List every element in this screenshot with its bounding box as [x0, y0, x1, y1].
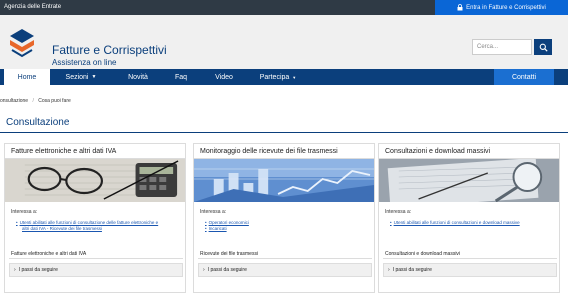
card-monitoraggio: Monitoraggio delle ricevute dei file tra… — [193, 143, 375, 293]
site-title: Fatture e Corrispettivi — [52, 43, 167, 57]
chevron-right-icon: › — [203, 267, 205, 273]
steps-accordion[interactable]: › I passi da seguire — [198, 263, 372, 277]
divider — [383, 258, 557, 259]
breadcrumb-current: Cosa puoi fare — [38, 98, 71, 104]
card-fatture: Fatture elettroniche e altri dati IVA In… — [4, 143, 186, 293]
section-label: Consultazioni e download massivi — [385, 251, 461, 257]
nav-video-label: Video — [215, 73, 233, 81]
card-consultazioni: Consultazioni e download massivi Interes… — [378, 143, 560, 293]
nav-novita[interactable]: Novità — [122, 69, 154, 85]
top-bar: Agenzia delle Entrate Entra in Fatture e… — [0, 0, 568, 15]
site-subtitle: Assistenza on line — [52, 58, 117, 67]
title-divider — [0, 132, 568, 133]
caret-down-icon: ▼ — [292, 74, 297, 80]
interest-label: Interessa a: — [200, 209, 227, 215]
interest-link[interactable]: • Utenti abilitati alle funzioni di consu… — [390, 220, 520, 226]
login-label: Entra in Fatture e Corrispettivi — [466, 4, 546, 11]
steps-label: I passi da seguire — [392, 267, 432, 273]
card-title[interactable]: Monitoraggio delle ricevute dei file tra… — [200, 148, 338, 155]
login-button[interactable]: Entra in Fatture e Corrispettivi — [435, 0, 568, 15]
interest-link-text: Utenti abilitati alle funzioni di consul… — [393, 220, 520, 225]
bullet-icon: • — [205, 226, 207, 231]
interest-links: • Utenti abilitati alle funzioni di consu… — [390, 220, 520, 226]
steps-label: I passi da seguire — [18, 267, 58, 273]
interest-link[interactable]: altri dati IVA - Ricevute dei file trasm… — [16, 226, 158, 232]
steps-accordion[interactable]: › I passi da seguire — [9, 263, 183, 277]
section-label: Ricevute dei file trasmessi — [200, 251, 259, 257]
breadcrumb-item[interactable]: onsultazione — [0, 98, 28, 104]
nav-novita-label: Novità — [128, 73, 148, 81]
divider — [198, 258, 372, 259]
blue-charts-image — [194, 159, 374, 202]
magnifier-document-image — [379, 159, 559, 202]
nav-partecipa[interactable]: Partecipa ▼ — [256, 69, 300, 85]
main-nav: Home Sezioni ▼ Novità Faq Video Partecipa… — [0, 69, 568, 85]
interest-link[interactable]: • Incaricati — [205, 226, 249, 232]
interest-link-text: Incaricati — [208, 226, 227, 231]
nav-partecipa-label: Partecipa — [259, 73, 290, 81]
search-input[interactable]: Cerca... — [472, 39, 532, 55]
steps-accordion[interactable]: › I passi da seguire — [383, 263, 557, 277]
nav-faq-label: Faq — [174, 73, 188, 81]
nav-home-label: Home — [17, 73, 37, 81]
breadcrumb: onsultazione / Cosa puoi fare — [0, 98, 74, 104]
nav-contatti-label: Contatti — [511, 73, 537, 81]
nav-sezioni-label: Sezioni — [65, 73, 89, 81]
bullet-icon: • — [390, 220, 392, 225]
section-label: Fatture elettroniche e altri dati IVA — [11, 251, 87, 257]
link-indent — [16, 226, 20, 232]
nav-contatti[interactable]: Contatti — [494, 69, 554, 85]
chevron-right-icon: › — [388, 267, 390, 273]
interest-links: • Operatori economici • Incaricati — [205, 220, 249, 232]
card-title[interactable]: Consultazioni e download massivi — [385, 148, 490, 155]
chevron-right-icon: › — [14, 267, 16, 273]
agency-logo-icon[interactable] — [6, 27, 38, 59]
page-title: Consultazione — [6, 117, 70, 128]
interest-link-text: altri dati IVA - Ricevute dei file trasm… — [22, 226, 102, 231]
nav-video[interactable]: Video — [210, 69, 238, 85]
interest-links: • Utenti abilitati alle funzioni di consu… — [16, 220, 158, 232]
divider — [9, 258, 183, 259]
nav-home[interactable]: Home — [4, 69, 50, 85]
nav-faq[interactable]: Faq — [170, 69, 192, 85]
agency-link[interactable]: Agenzia delle Entrate — [4, 4, 61, 10]
site-header: Fatture e Corrispettivi Assistenza on li… — [0, 15, 568, 69]
card-title[interactable]: Fatture elettroniche e altri dati IVA — [11, 148, 116, 155]
breadcrumb-separator: / — [32, 98, 34, 104]
interest-label: Interessa a: — [385, 209, 412, 215]
search-button[interactable] — [534, 39, 552, 55]
caret-down-icon: ▼ — [91, 74, 97, 80]
nav-sezioni[interactable]: Sezioni ▼ — [58, 69, 104, 85]
glasses-documents-image — [5, 159, 185, 202]
search-icon — [539, 43, 548, 52]
interest-label: Interessa a: — [11, 209, 38, 215]
steps-label: I passi da seguire — [207, 267, 247, 273]
lock-icon — [457, 4, 463, 11]
